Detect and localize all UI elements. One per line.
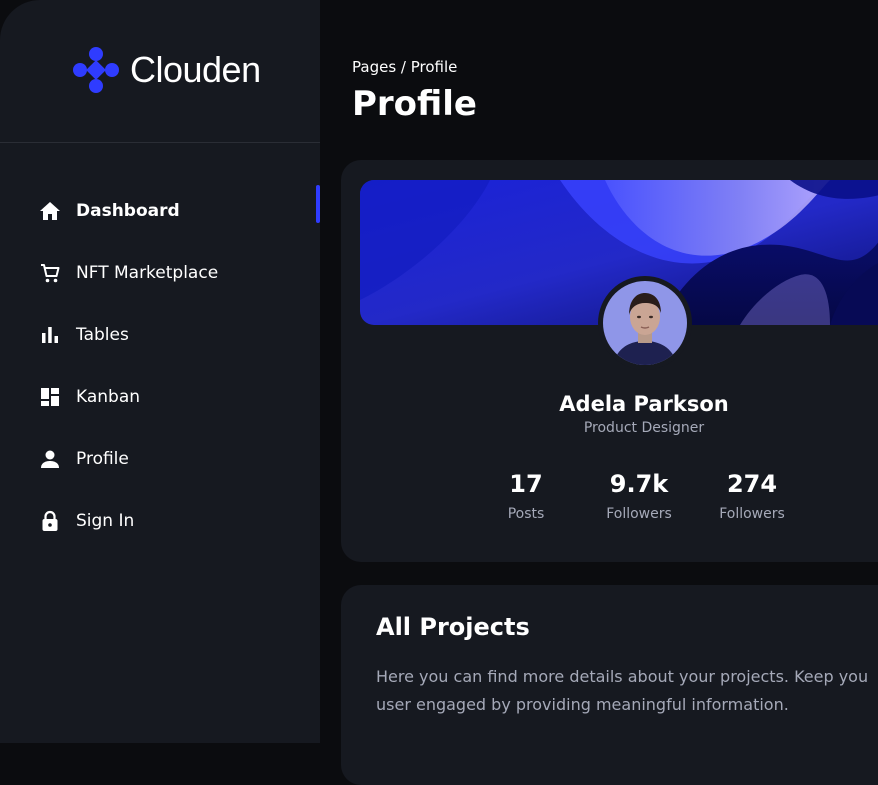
sidebar-nav: Dashboard NFT Marketplace Tables Kanban xyxy=(0,180,320,552)
sidebar-item-label: Kanban xyxy=(76,387,141,407)
avatar-ring xyxy=(598,276,692,370)
profile-role: Product Designer xyxy=(583,420,705,436)
sidebar-item-tables[interactable]: Tables xyxy=(0,304,320,366)
sidebar-item-sign-in[interactable]: Sign In xyxy=(0,490,320,552)
sidebar-item-nft-marketplace[interactable]: NFT Marketplace xyxy=(0,242,320,304)
stat-followers: 9.7k Followers xyxy=(584,470,694,522)
projects-title: All Projects xyxy=(376,613,530,641)
profile-card: Adela Parkson Product Designer 17 Posts … xyxy=(341,160,878,562)
stat-value: 17 xyxy=(509,470,543,498)
breadcrumb[interactable]: Pages / Profile xyxy=(352,58,457,76)
sidebar-item-label: Sign In xyxy=(76,511,135,531)
brand-name: Clouden xyxy=(130,49,261,90)
sidebar-item-kanban[interactable]: Kanban xyxy=(0,366,320,428)
person-icon xyxy=(38,447,62,471)
stat-posts: 17 Posts xyxy=(471,470,581,522)
stat-value: 274 xyxy=(726,470,778,498)
page-title: Profile xyxy=(352,84,477,124)
kanban-icon xyxy=(38,385,62,409)
sidebar-item-label: NFT Marketplace xyxy=(76,263,219,283)
stat-label: Followers xyxy=(719,506,785,522)
sidebar-item-dashboard[interactable]: Dashboard xyxy=(0,180,320,242)
stat-label: Followers xyxy=(606,506,672,522)
avatar[interactable] xyxy=(603,281,687,365)
cart-icon xyxy=(38,261,62,285)
home-icon xyxy=(38,199,62,223)
sidebar-divider xyxy=(0,142,320,143)
active-indicator xyxy=(316,185,320,223)
sidebar-item-label: Dashboard xyxy=(76,201,180,221)
stat-following: 274 Followers xyxy=(697,470,807,522)
stat-label: Posts xyxy=(507,506,545,522)
sidebar-item-label: Profile xyxy=(76,449,129,469)
projects-card: All Projects Here you can find more deta… xyxy=(341,585,878,785)
bar-chart-icon xyxy=(38,323,62,347)
profile-name: Adela Parkson xyxy=(559,392,729,416)
projects-description: Here you can find more details about you… xyxy=(376,667,869,714)
brand-logo[interactable]: Clouden xyxy=(72,46,261,94)
lock-icon xyxy=(38,509,62,533)
sidebar: Clouden Dashboard NFT Marketplace Tables xyxy=(0,0,320,743)
clouden-logo-icon xyxy=(73,47,119,93)
sidebar-item-profile[interactable]: Profile xyxy=(0,428,320,490)
stat-value: 9.7k xyxy=(609,470,669,498)
sidebar-item-label: Tables xyxy=(76,325,129,345)
